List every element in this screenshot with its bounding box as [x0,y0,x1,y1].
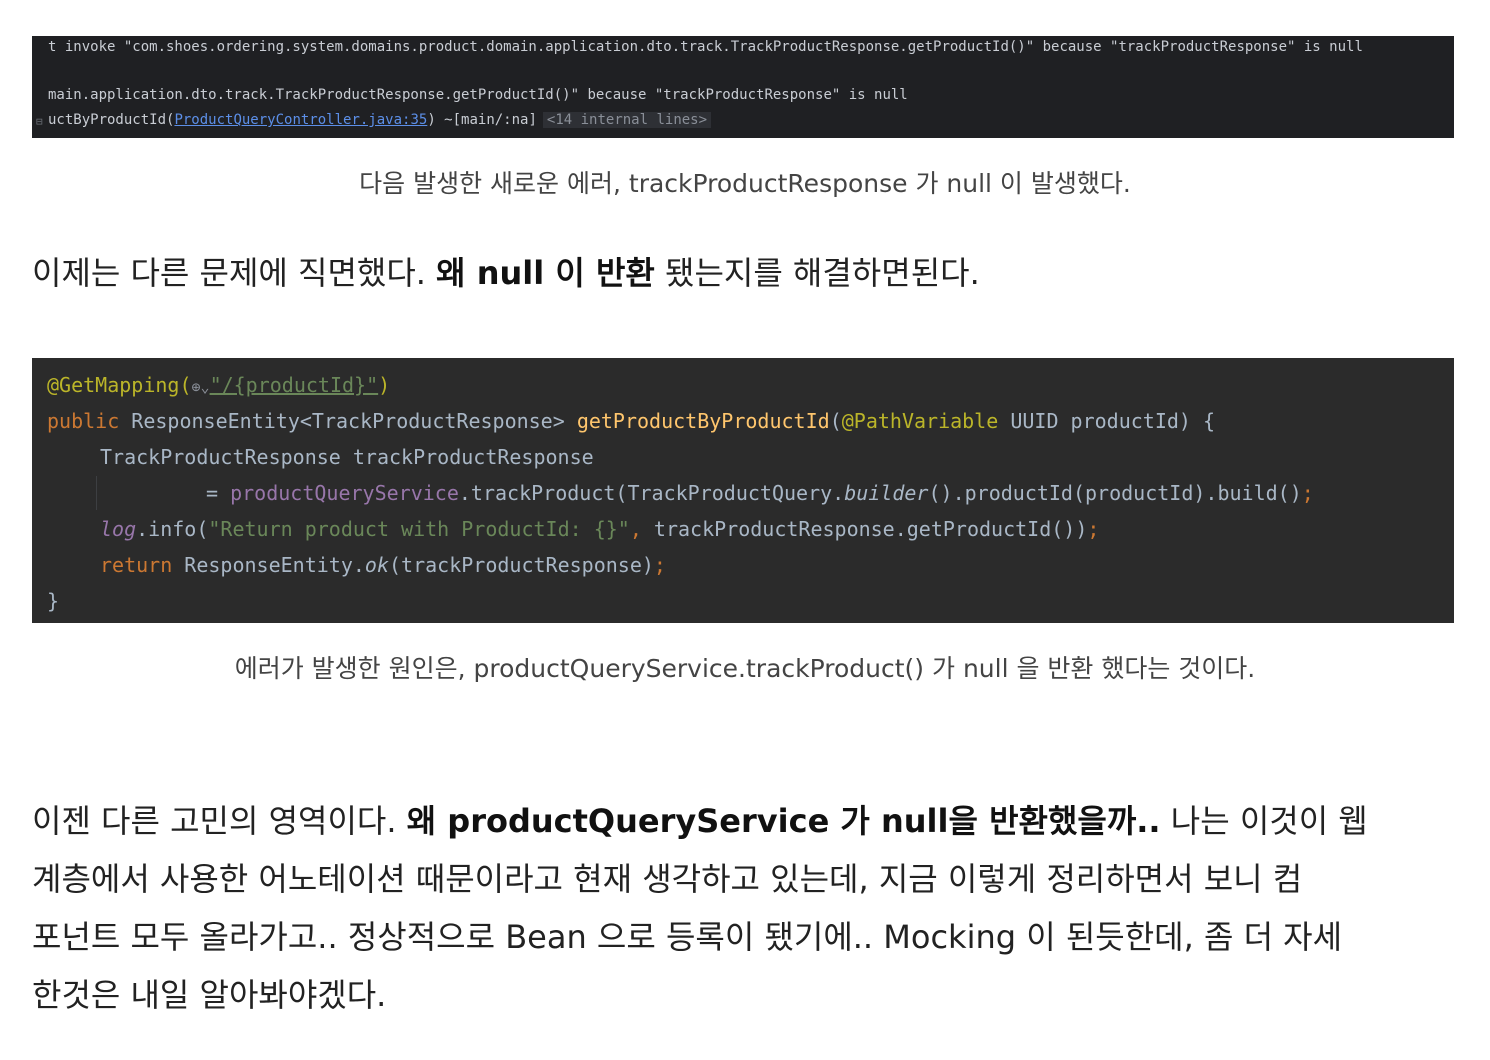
paragraph-2-text: 이젠 다른 고민의 영역이다. [32,802,407,840]
source-link[interactable]: ProductQueryController.java:35 [174,112,427,128]
code-line-4: = productQueryService.trackProduct(Track… [206,475,1314,511]
paragraph-1-bold: 왜 null 이 반환 [436,254,655,292]
response-entity: ResponseEntity. [172,553,365,577]
field-service: productQueryService [230,481,459,505]
paragraph-2: 이젠 다른 고민의 영역이다. 왜 productQueryService 가 … [32,792,1462,1024]
keyword-public: public [47,409,120,433]
log-line-1: t invoke "com.shoes.ordering.system.doma… [48,39,1363,55]
annotation-pathvariable: @PathVariable [841,409,999,433]
info-call: .info( [136,517,209,541]
code-line-2: public ResponseEntity<TrackProductRespon… [47,403,1215,439]
semicolon: ; [653,553,666,577]
code-line-3: TrackProductResponse trackProductRespons… [100,445,594,469]
caption-cause: 에러가 발생한 원인은, productQueryService.trackPr… [234,654,1256,683]
internal-lines-badge[interactable]: <14 internal lines> [542,112,712,128]
semicolon: ; [1301,481,1314,505]
comma: , [629,517,654,541]
builder: builder [844,481,929,505]
paragraph-1-tail: 됐는지를 해결하면된다. [654,254,980,292]
ok-call: ok [364,553,389,577]
field-log: log [100,517,137,541]
log-line-3-suffix: ) ~[main/:na] [427,112,537,128]
return-type: ResponseEntity<TrackProductResponse> [119,409,577,433]
code-screenshot: @GetMapping(⊕⌄"/{productId}") public Res… [32,358,1454,623]
paragraph-1: 이제는 다른 문제에 직면했다. 왜 null 이 반환 됐는지를 해결하면된다… [32,250,1462,296]
log-string: "Return product with ProductId: {}" [208,517,630,541]
paragraph-2-line-1: 이젠 다른 고민의 영역이다. 왜 productQueryService 가 … [32,792,1462,850]
assign: = [206,481,231,505]
keyword-return: return [100,553,173,577]
paragraph-2-line-2: 계층에서 사용한 어노테이션 때문이라고 현재 생각하고 있는데, 지금 이렇게… [32,860,1303,898]
log-args: trackProductResponse.getProductId()) [653,517,1088,541]
code-line-6: return ResponseEntity.ok(trackProductRes… [100,547,666,583]
paragraph-1-text: 이제는 다른 문제에 직면했다. [32,254,437,292]
paragraph-2-line-4: 한것은 내일 알아봐야겠다. [32,976,387,1014]
log-line-3: uctByProductId(ProductQueryController.ja… [48,112,712,128]
caption-error: 다음 발생한 새로운 에러, trackProductResponse 가 nu… [359,169,1131,198]
params: UUID productId) { [998,409,1216,433]
paragraph-2-tail: 나는 이것이 웹 [1160,802,1368,840]
globe-icon[interactable]: ⊕⌄ [192,369,210,405]
annotation-close: ) [378,373,391,397]
indent-guide [96,476,97,510]
paragraph-2-line-3: 포넌트 모두 올라가고.. 정상적으로 Bean 으로 등록이 됐기에.. Mo… [32,918,1343,956]
method-name: getProductByProductId [576,409,830,433]
log-line-3-prefix: uctByProductId( [48,112,175,128]
fold-icon[interactable]: ⊟ [36,115,43,128]
call-rest: ().productId(productId).build() [928,481,1302,505]
ok-args: (trackProductResponse) [389,553,654,577]
paragraph-2-bold: 왜 productQueryService 가 null을 반환했을까.. [406,802,1161,840]
open-paren: ( [829,409,842,433]
log-line-2: main.application.dto.track.TrackProductR… [48,87,908,103]
annotation-getmapping: @GetMapping( [47,373,192,397]
code-line-7: } [47,589,60,613]
code-line-1: @GetMapping(⊕⌄"/{productId}") [47,367,390,403]
error-log-screenshot: t invoke "com.shoes.ordering.system.doma… [32,36,1454,138]
call: .trackProduct(TrackProductQuery. [458,481,845,505]
path-string: "/{productId}" [209,373,379,397]
code-line-5: log.info("Return product with ProductId:… [100,511,1099,547]
semicolon: ; [1087,517,1100,541]
